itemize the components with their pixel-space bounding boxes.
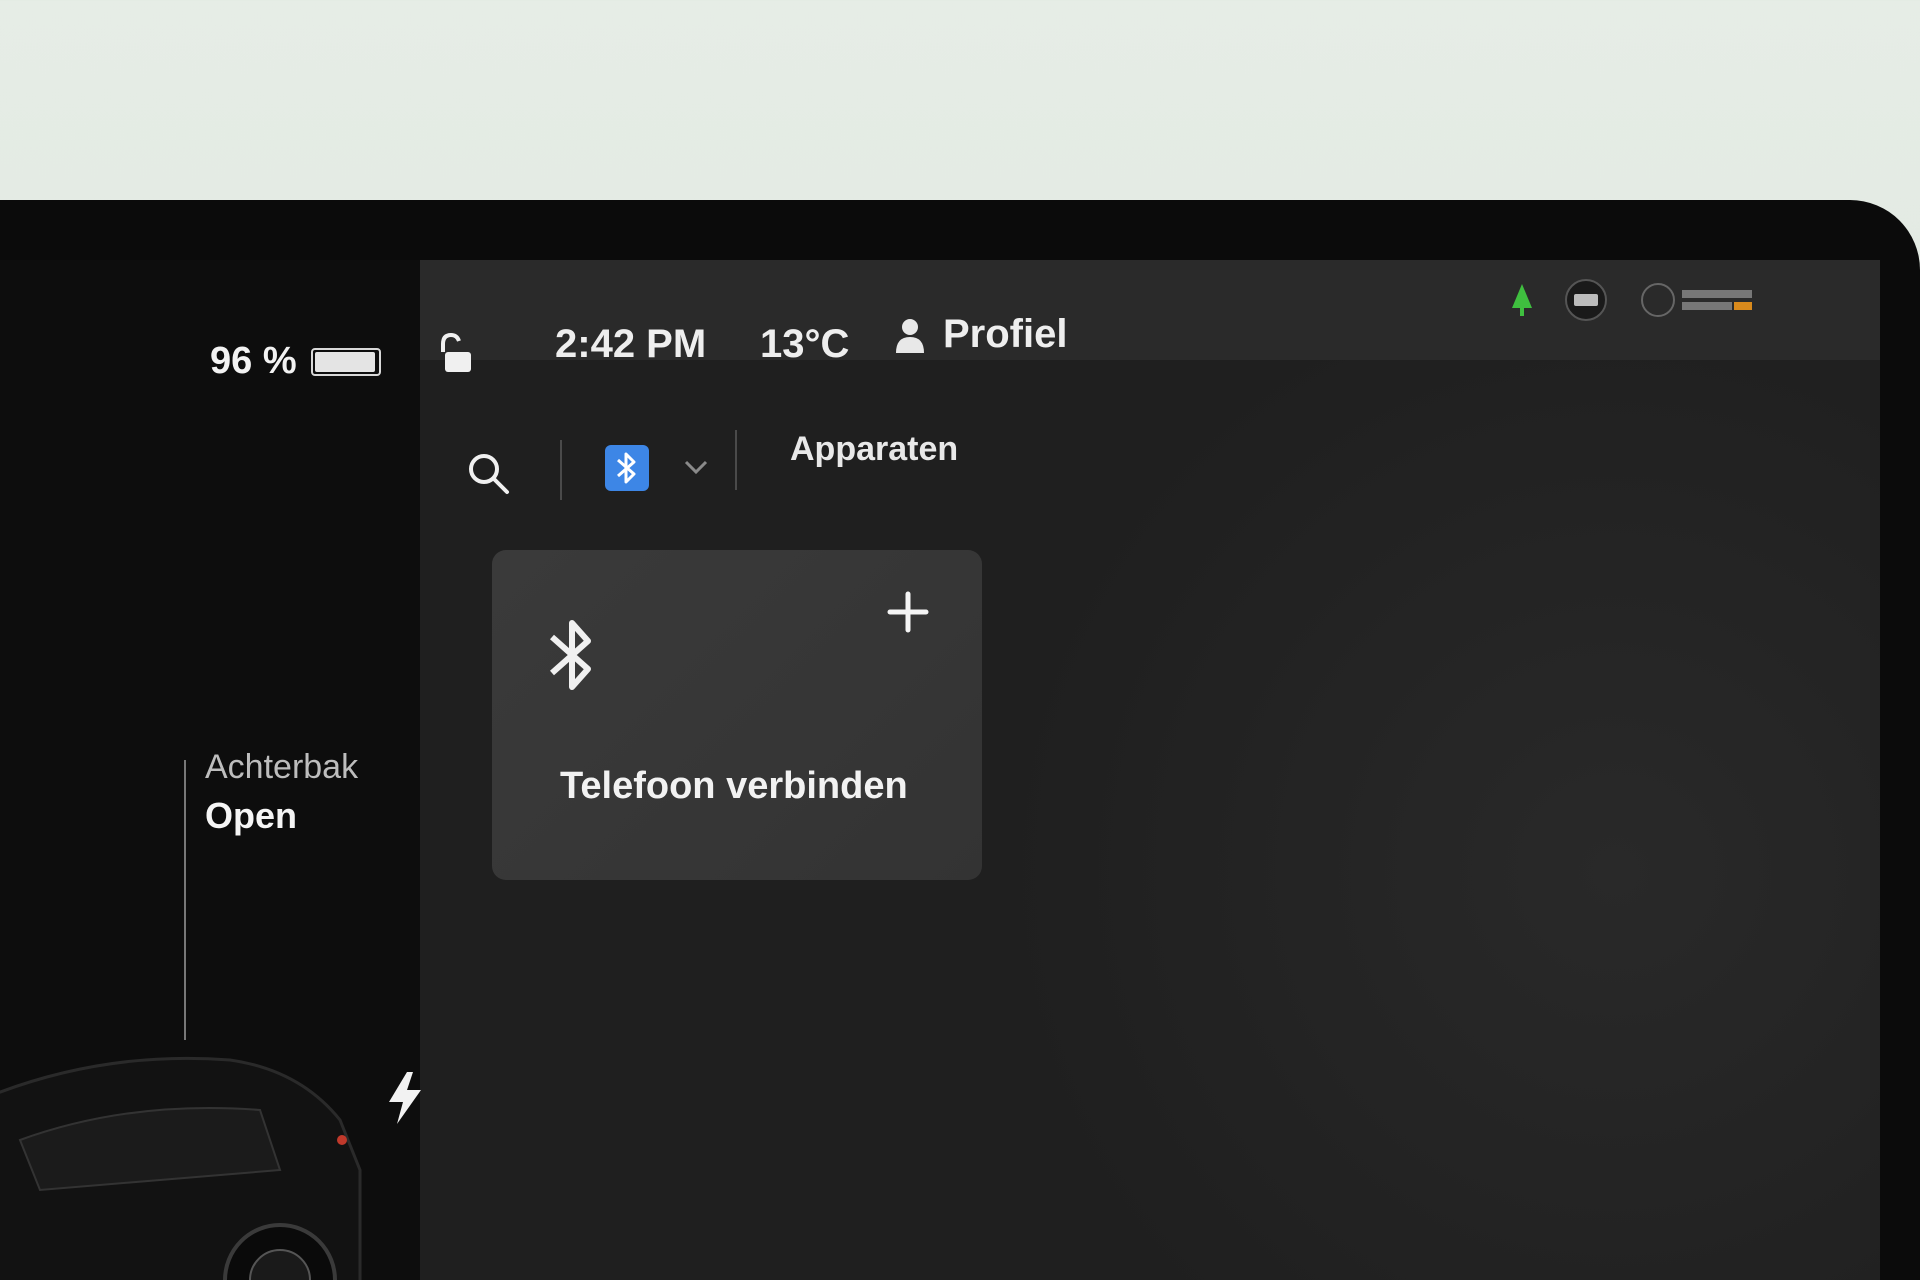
bluetooth-icon [550,620,591,690]
clock: 2:42 PM [555,322,707,366]
car-image [0,1056,362,1280]
status-icons [1510,278,1758,322]
chevron-down-icon[interactable] [682,458,710,476]
plus-icon[interactable] [886,590,930,634]
bluetooth-source-button[interactable] [605,445,649,491]
trunk-label[interactable]: Achterbak [205,748,358,787]
passenger-airbag-icon [1641,283,1752,317]
sos-icon[interactable] [1564,278,1608,322]
outside-temperature: 13°C [760,322,850,366]
vehicle-panel: 96 % Achterbak Open [0,260,421,1280]
toolbar-divider [735,430,737,490]
bluetooth-icon [617,452,636,484]
trunk-state[interactable]: Open [205,795,297,837]
tree-icon [1512,284,1532,316]
unlock-icon[interactable] [435,332,475,376]
profile-button[interactable]: Profiel [895,312,1067,357]
connect-phone-label: Telefoon verbinden [560,765,908,807]
person-icon [896,318,924,353]
battery-indicator: 96 % [210,340,381,383]
trunk-callout-line [184,760,186,1040]
search-icon[interactable] [465,450,511,496]
toolbar-divider [560,440,562,500]
battery-fill [314,351,375,372]
devices-tab[interactable]: Apparaten [790,430,958,469]
charging-bolt-icon[interactable] [385,1070,425,1126]
screen-glare [1000,260,1880,1280]
profile-label: Profiel [943,312,1068,356]
battery-percent: 96 % [210,340,297,382]
battery-icon [310,347,381,376]
